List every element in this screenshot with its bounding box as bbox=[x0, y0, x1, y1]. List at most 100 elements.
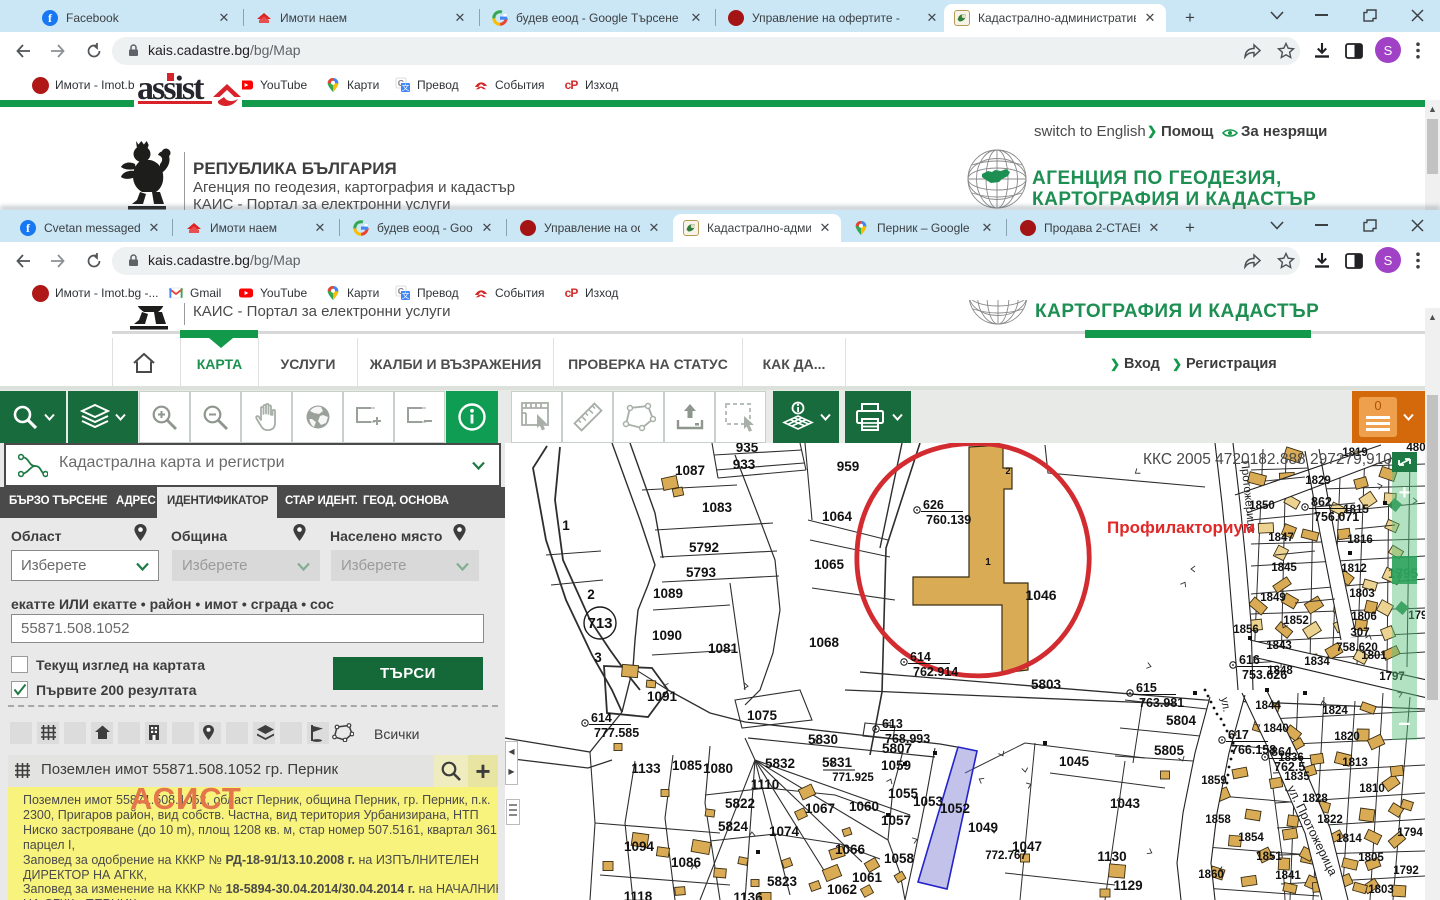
svg-text:1083: 1083 bbox=[702, 500, 733, 515]
svg-text:1067: 1067 bbox=[805, 801, 835, 816]
svg-text:1053: 1053 bbox=[913, 794, 944, 809]
svg-text:772.767: 772.767 bbox=[985, 850, 1027, 862]
svg-text:1074: 1074 bbox=[769, 824, 800, 839]
svg-text:864: 864 bbox=[1271, 745, 1292, 759]
svg-text:1803: 1803 bbox=[1349, 588, 1375, 600]
svg-text:762.5: 762.5 bbox=[1274, 760, 1305, 774]
svg-text:771.925: 771.925 bbox=[832, 772, 874, 784]
svg-text:1854: 1854 bbox=[1238, 832, 1264, 844]
svg-text:933: 933 bbox=[733, 457, 756, 472]
svg-text:1085: 1085 bbox=[672, 758, 703, 773]
svg-text:5832: 5832 bbox=[765, 756, 795, 771]
svg-text:1810: 1810 bbox=[1359, 783, 1385, 795]
svg-text:5831: 5831 bbox=[822, 755, 853, 770]
svg-text:5803: 5803 bbox=[1031, 677, 1062, 692]
svg-text:1118: 1118 bbox=[624, 889, 653, 900]
svg-text:1860: 1860 bbox=[1198, 869, 1224, 881]
svg-text:5823: 5823 bbox=[767, 874, 798, 889]
svg-text:1089: 1089 bbox=[653, 586, 683, 601]
svg-text:5805: 5805 bbox=[1154, 743, 1185, 758]
svg-text:ул.: ул. bbox=[1218, 696, 1232, 713]
svg-text:1822: 1822 bbox=[1317, 814, 1343, 826]
svg-text:1803: 1803 bbox=[1368, 884, 1394, 896]
svg-text:959: 959 bbox=[837, 459, 860, 474]
svg-text:1133: 1133 bbox=[631, 761, 661, 776]
svg-text:1080: 1080 bbox=[703, 761, 733, 776]
svg-text:1075: 1075 bbox=[747, 708, 778, 723]
svg-text:613: 613 bbox=[882, 717, 903, 731]
svg-text:2: 2 bbox=[1005, 466, 1010, 476]
svg-text:1847: 1847 bbox=[1268, 532, 1294, 544]
svg-text:1086: 1086 bbox=[671, 855, 702, 870]
svg-text:1: 1 bbox=[562, 518, 570, 533]
svg-text:1840: 1840 bbox=[1263, 723, 1289, 735]
svg-text:756.071: 756.071 bbox=[1314, 510, 1359, 524]
svg-text:615: 615 bbox=[1136, 681, 1157, 695]
svg-text:1844: 1844 bbox=[1255, 700, 1281, 712]
svg-text:1136: 1136 bbox=[733, 890, 763, 900]
svg-text:1059: 1059 bbox=[881, 758, 911, 773]
svg-text:766.158: 766.158 bbox=[1231, 743, 1276, 757]
svg-text:626: 626 bbox=[923, 498, 944, 512]
svg-text:1834: 1834 bbox=[1304, 656, 1330, 668]
svg-text:1794: 1794 bbox=[1397, 827, 1423, 839]
svg-text:1845: 1845 bbox=[1271, 562, 1297, 574]
svg-text:文: 文 bbox=[402, 290, 410, 300]
svg-text:5793: 5793 bbox=[686, 565, 717, 580]
svg-text:1852: 1852 bbox=[1283, 615, 1309, 627]
svg-text:1841: 1841 bbox=[1275, 870, 1301, 882]
svg-text:1812: 1812 bbox=[1341, 563, 1367, 575]
svg-text:1806: 1806 bbox=[1351, 611, 1377, 623]
svg-text:1091: 1091 bbox=[647, 689, 678, 704]
svg-text:1045: 1045 bbox=[1059, 754, 1090, 769]
svg-text:1068: 1068 bbox=[809, 635, 840, 650]
svg-text:1064: 1064 bbox=[822, 509, 853, 524]
svg-text:1805: 1805 bbox=[1358, 852, 1384, 864]
svg-text:1094: 1094 bbox=[624, 839, 655, 854]
svg-text:1851: 1851 bbox=[1256, 851, 1282, 863]
svg-text:1843: 1843 bbox=[1266, 640, 1292, 652]
svg-text:5822: 5822 bbox=[725, 796, 755, 811]
svg-text:1066: 1066 bbox=[835, 842, 866, 857]
svg-text:5830: 5830 bbox=[808, 732, 838, 747]
svg-text:1849: 1849 bbox=[1260, 592, 1286, 604]
svg-text:1110: 1110 bbox=[751, 777, 780, 792]
svg-text:862: 862 bbox=[1311, 495, 1332, 509]
svg-text:5824: 5824 bbox=[718, 819, 749, 834]
svg-text:1081: 1081 bbox=[708, 641, 739, 656]
svg-text:1090: 1090 bbox=[652, 628, 682, 643]
svg-text:Профилакториум: Профилакториум bbox=[1107, 518, 1255, 537]
svg-text:1087: 1087 bbox=[675, 463, 705, 478]
svg-text:2: 2 bbox=[587, 587, 595, 602]
svg-text:617: 617 bbox=[1228, 728, 1249, 742]
svg-text:307: 307 bbox=[1350, 627, 1369, 639]
svg-text:1: 1 bbox=[985, 557, 991, 568]
svg-text:ККС 2005 4720182.888 297279,9: ККС 2005 4720182.888 297279,910 bbox=[1143, 451, 1392, 468]
svg-text:1856: 1856 bbox=[1233, 624, 1259, 636]
svg-text:1043: 1043 bbox=[1110, 796, 1141, 811]
svg-text:616: 616 bbox=[1239, 653, 1260, 667]
svg-text:1813: 1813 bbox=[1342, 757, 1368, 769]
svg-text:1130: 1130 bbox=[1097, 849, 1126, 864]
svg-text:1129: 1129 bbox=[1113, 878, 1142, 893]
svg-text:1829: 1829 bbox=[1305, 475, 1331, 487]
svg-text:1792: 1792 bbox=[1393, 865, 1419, 877]
svg-text:1057: 1057 bbox=[881, 813, 911, 828]
svg-text:1816: 1816 bbox=[1347, 534, 1373, 546]
svg-text:614: 614 bbox=[910, 650, 931, 664]
svg-text:1859: 1859 bbox=[1201, 775, 1227, 787]
svg-text:762.914: 762.914 bbox=[913, 665, 958, 679]
svg-text:1858: 1858 bbox=[1205, 814, 1231, 826]
svg-text:1046: 1046 bbox=[1025, 587, 1056, 603]
svg-text:760.139: 760.139 bbox=[926, 513, 971, 527]
svg-text:614: 614 bbox=[591, 711, 612, 725]
svg-text:1801: 1801 bbox=[1361, 650, 1387, 662]
svg-text:777.585: 777.585 bbox=[594, 726, 639, 740]
svg-text:5804: 5804 bbox=[1166, 713, 1197, 728]
svg-text:1065: 1065 bbox=[814, 557, 845, 572]
svg-text:3: 3 bbox=[594, 650, 602, 665]
svg-text:1052: 1052 bbox=[940, 801, 970, 816]
svg-text:1824: 1824 bbox=[1322, 705, 1348, 717]
svg-text:1058: 1058 bbox=[884, 851, 915, 866]
svg-text:1820: 1820 bbox=[1334, 731, 1360, 743]
